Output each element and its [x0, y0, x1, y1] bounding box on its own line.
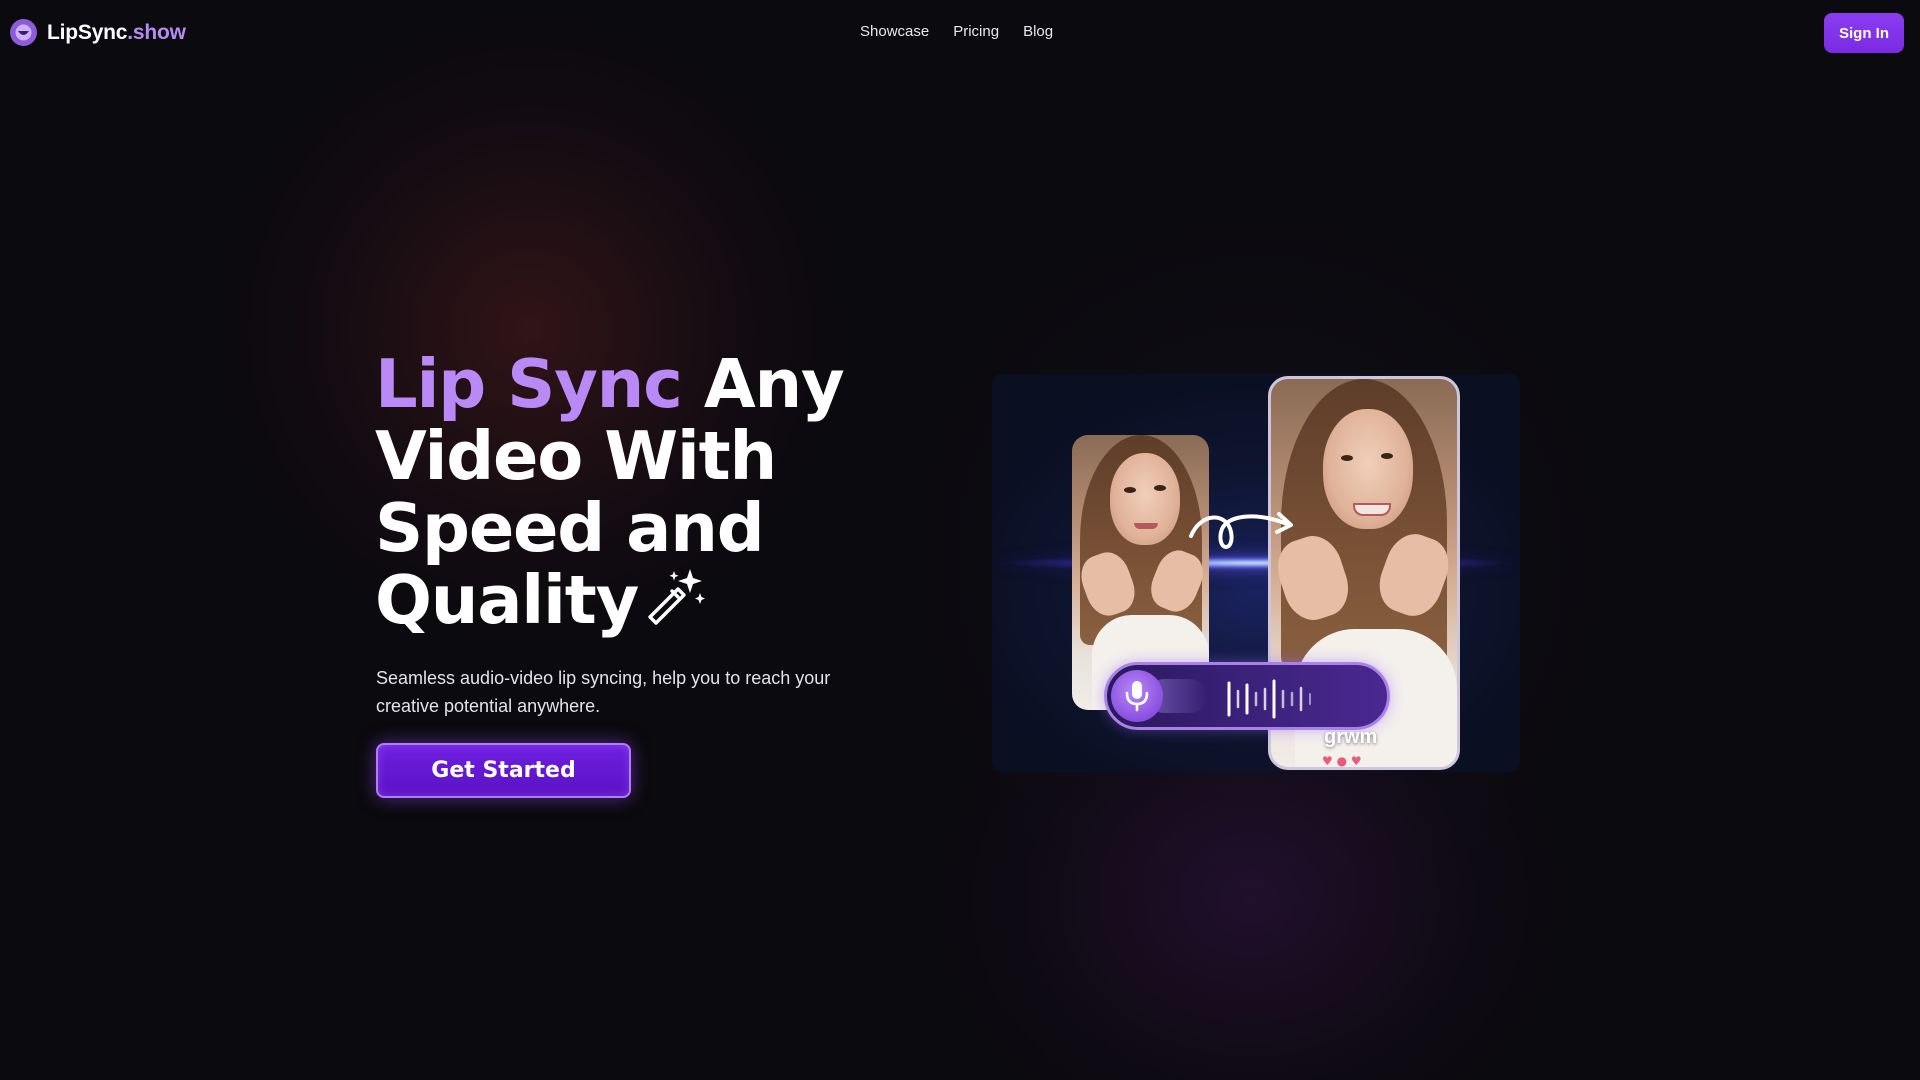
curly-arrow-icon	[1189, 512, 1293, 549]
brand-name: LipSync.show	[47, 20, 186, 44]
hero-media-preview: grwm ♥ ● ♥	[992, 374, 1520, 772]
microphone-icon[interactable]	[1111, 670, 1163, 722]
video-caption: grwm	[1324, 726, 1378, 748]
hero-title: Lip Sync Any Video With Speed and Quality	[375, 348, 895, 642]
hero-title-line3: Speed and	[375, 489, 765, 567]
nav-link-blog[interactable]: Blog	[1023, 23, 1053, 40]
top-nav: LipSync.show Showcase Pricing Blog Sign …	[0, 0, 1920, 66]
nav-link-pricing[interactable]: Pricing	[953, 23, 999, 40]
hero-title-line1: Any	[681, 345, 845, 423]
get-started-button[interactable]: Get Started	[376, 743, 631, 798]
caption-emoji-row: ♥ ● ♥	[1322, 754, 1362, 768]
magic-wand-icon	[642, 565, 706, 642]
audio-track-pill	[1104, 662, 1390, 730]
smile-badge-icon	[10, 19, 37, 46]
sign-in-button[interactable]: Sign In	[1824, 13, 1904, 53]
hero-title-highlight: Lip Sync	[375, 345, 683, 423]
hero-title-line4: Quality	[375, 561, 639, 639]
hero-subtitle: Seamless audio-video lip syncing, help y…	[376, 668, 831, 716]
landing-page: LipSync.show Showcase Pricing Blog Sign …	[0, 0, 1920, 1080]
audio-waveform-icon	[1227, 679, 1311, 719]
nav-link-showcase[interactable]: Showcase	[860, 23, 929, 40]
nav-links: Showcase Pricing Blog	[860, 23, 1053, 40]
hero-title-line2: Video With	[375, 417, 777, 495]
brand[interactable]: LipSync.show	[10, 19, 186, 46]
